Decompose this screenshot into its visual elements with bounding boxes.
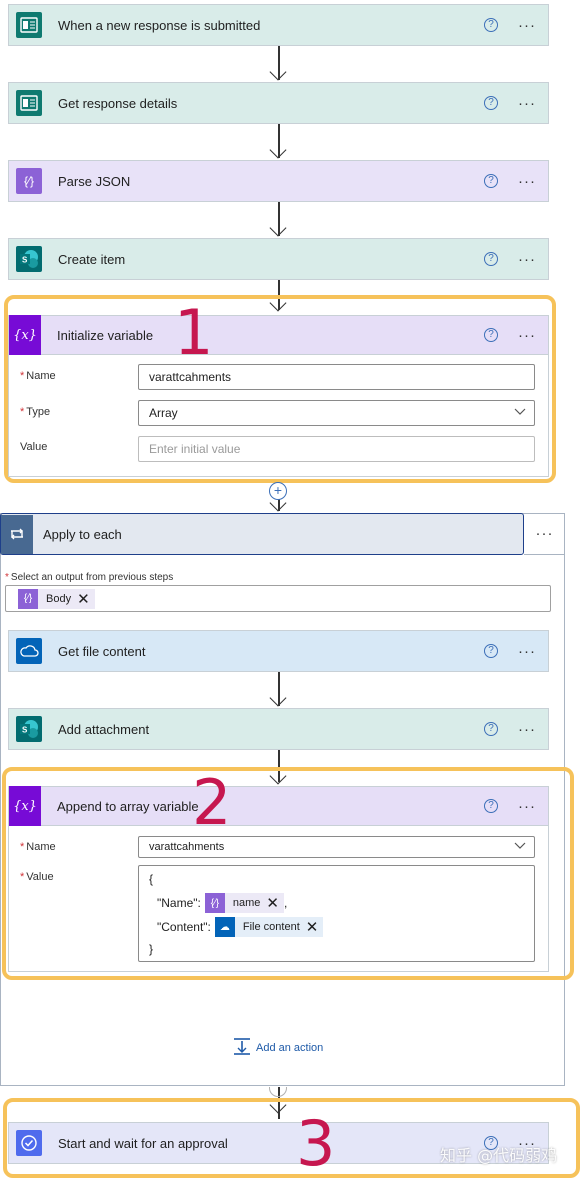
step-title: Get file content <box>58 643 146 659</box>
json-close-brace: } <box>149 942 154 956</box>
step-title: Parse JSON <box>58 173 131 189</box>
forms-icon <box>16 90 42 116</box>
close-icon[interactable]: ✕ <box>266 894 284 912</box>
append-to-array-card[interactable]: {x} Append to array variable ? ··· <box>8 786 549 826</box>
connector-arrow <box>269 124 288 160</box>
data-operation-icon: {⁄} <box>204 893 225 913</box>
data-operation-icon: {⁄} <box>18 588 38 609</box>
initialize-variable-card[interactable]: {x} Initialize variable ? ··· <box>8 315 549 355</box>
get-response-details-card[interactable]: Get response details ? ··· <box>8 82 549 124</box>
annotation-number-3: 3 <box>296 1107 336 1179</box>
more-options-icon[interactable]: ··· <box>518 173 536 190</box>
help-icon[interactable]: ? <box>484 252 498 266</box>
select-output-field[interactable]: {⁄} Body ✕ <box>5 585 551 612</box>
value-label: Value <box>20 441 48 453</box>
get-file-content-card[interactable]: Get file content ? ··· <box>8 630 549 672</box>
add-attachment-card[interactable]: S Add attachment ? ··· <box>8 708 549 750</box>
add-step-plus-icon[interactable] <box>269 1087 287 1097</box>
step-title: Append to array variable <box>57 798 199 814</box>
apply-to-each-header[interactable]: Apply to each <box>0 513 524 555</box>
file-content-token[interactable]: ☁ File content ✕ <box>214 917 324 937</box>
more-options-icon[interactable]: ··· <box>518 721 536 738</box>
annotation-number-1: 1 <box>174 296 214 369</box>
parse-json-card[interactable]: {⁄} Parse JSON ? ··· <box>8 160 549 202</box>
json-open-brace: { <box>149 872 154 886</box>
approval-icon <box>16 1130 42 1156</box>
add-action-icon <box>233 1037 251 1058</box>
data-operation-icon: {⁄} <box>16 168 42 194</box>
help-icon[interactable]: ? <box>484 174 498 188</box>
select-output-label: * Select an output from previous steps <box>5 572 174 583</box>
variable-icon: {x} <box>9 315 41 355</box>
value-label: * Value <box>20 871 54 883</box>
name-label: * Name <box>20 370 56 382</box>
body-token[interactable]: {⁄} Body ✕ <box>18 588 95 609</box>
svg-text:S: S <box>22 726 28 735</box>
add-step-plus-icon[interactable]: + <box>269 482 287 500</box>
step-title: Get response details <box>58 95 178 111</box>
json-content-line: "Content": ☁ File content ✕ <box>157 917 324 937</box>
more-options-icon[interactable]: ··· <box>518 798 536 815</box>
append-value-editor[interactable]: { "Name": {⁄} name ✕ , "Content": ☁ File… <box>138 865 535 962</box>
help-icon[interactable]: ? <box>484 18 498 32</box>
variable-value-input[interactable]: Enter initial value <box>138 436 535 462</box>
name-label: * Name <box>20 841 56 853</box>
chevron-down-icon <box>514 841 526 853</box>
step-title: When a new response is submitted <box>58 17 261 33</box>
more-options-icon[interactable]: ··· <box>518 17 536 34</box>
svg-text:S: S <box>22 256 28 265</box>
onedrive-icon <box>16 638 42 664</box>
variable-type-select[interactable]: Array <box>138 400 535 426</box>
help-icon[interactable]: ? <box>484 644 498 658</box>
step-title: Apply to each <box>43 526 122 542</box>
more-options-icon[interactable]: ··· <box>518 95 536 112</box>
help-icon[interactable]: ? <box>484 799 498 813</box>
trigger-card[interactable]: When a new response is submitted ? ··· <box>8 4 549 46</box>
annotation-number-2: 2 <box>192 766 232 839</box>
watermark: 知乎 @代码弱鸡 <box>440 1146 558 1165</box>
loop-icon <box>1 514 33 554</box>
help-icon[interactable]: ? <box>484 328 498 342</box>
help-icon[interactable]: ? <box>484 96 498 110</box>
chevron-down-icon <box>514 407 526 419</box>
more-options-icon[interactable]: ··· <box>518 251 536 268</box>
more-options-icon[interactable]: ··· <box>524 513 565 555</box>
close-icon[interactable]: ✕ <box>77 590 95 608</box>
type-label: * Type <box>20 406 51 418</box>
step-title: Start and wait for an approval <box>58 1135 228 1151</box>
variable-name-input[interactable]: varattcahments <box>138 364 535 390</box>
forms-icon <box>16 12 42 38</box>
name-token[interactable]: {⁄} name ✕ <box>204 893 284 913</box>
connector-arrow <box>269 672 288 708</box>
step-title: Add attachment <box>58 721 150 737</box>
help-icon[interactable]: ? <box>484 722 498 736</box>
sharepoint-icon: S <box>16 246 42 272</box>
connector-arrow <box>269 202 288 238</box>
step-title: Create item <box>58 251 126 267</box>
step-title: Initialize variable <box>57 327 154 343</box>
connector-arrow <box>269 46 288 82</box>
more-options-icon[interactable]: ··· <box>518 643 536 660</box>
onedrive-icon: ☁ <box>214 917 235 937</box>
variable-name-select[interactable]: varattcahments <box>138 836 535 858</box>
sharepoint-icon: S <box>16 716 42 742</box>
close-icon[interactable]: ✕ <box>306 918 324 936</box>
create-item-card[interactable]: S Create item ? ··· <box>8 238 549 280</box>
variable-icon: {x} <box>9 786 41 826</box>
json-name-line: "Name": {⁄} name ✕ , <box>157 893 288 913</box>
add-action-button[interactable]: Add an action <box>233 1037 323 1058</box>
more-options-icon[interactable]: ··· <box>518 327 536 344</box>
